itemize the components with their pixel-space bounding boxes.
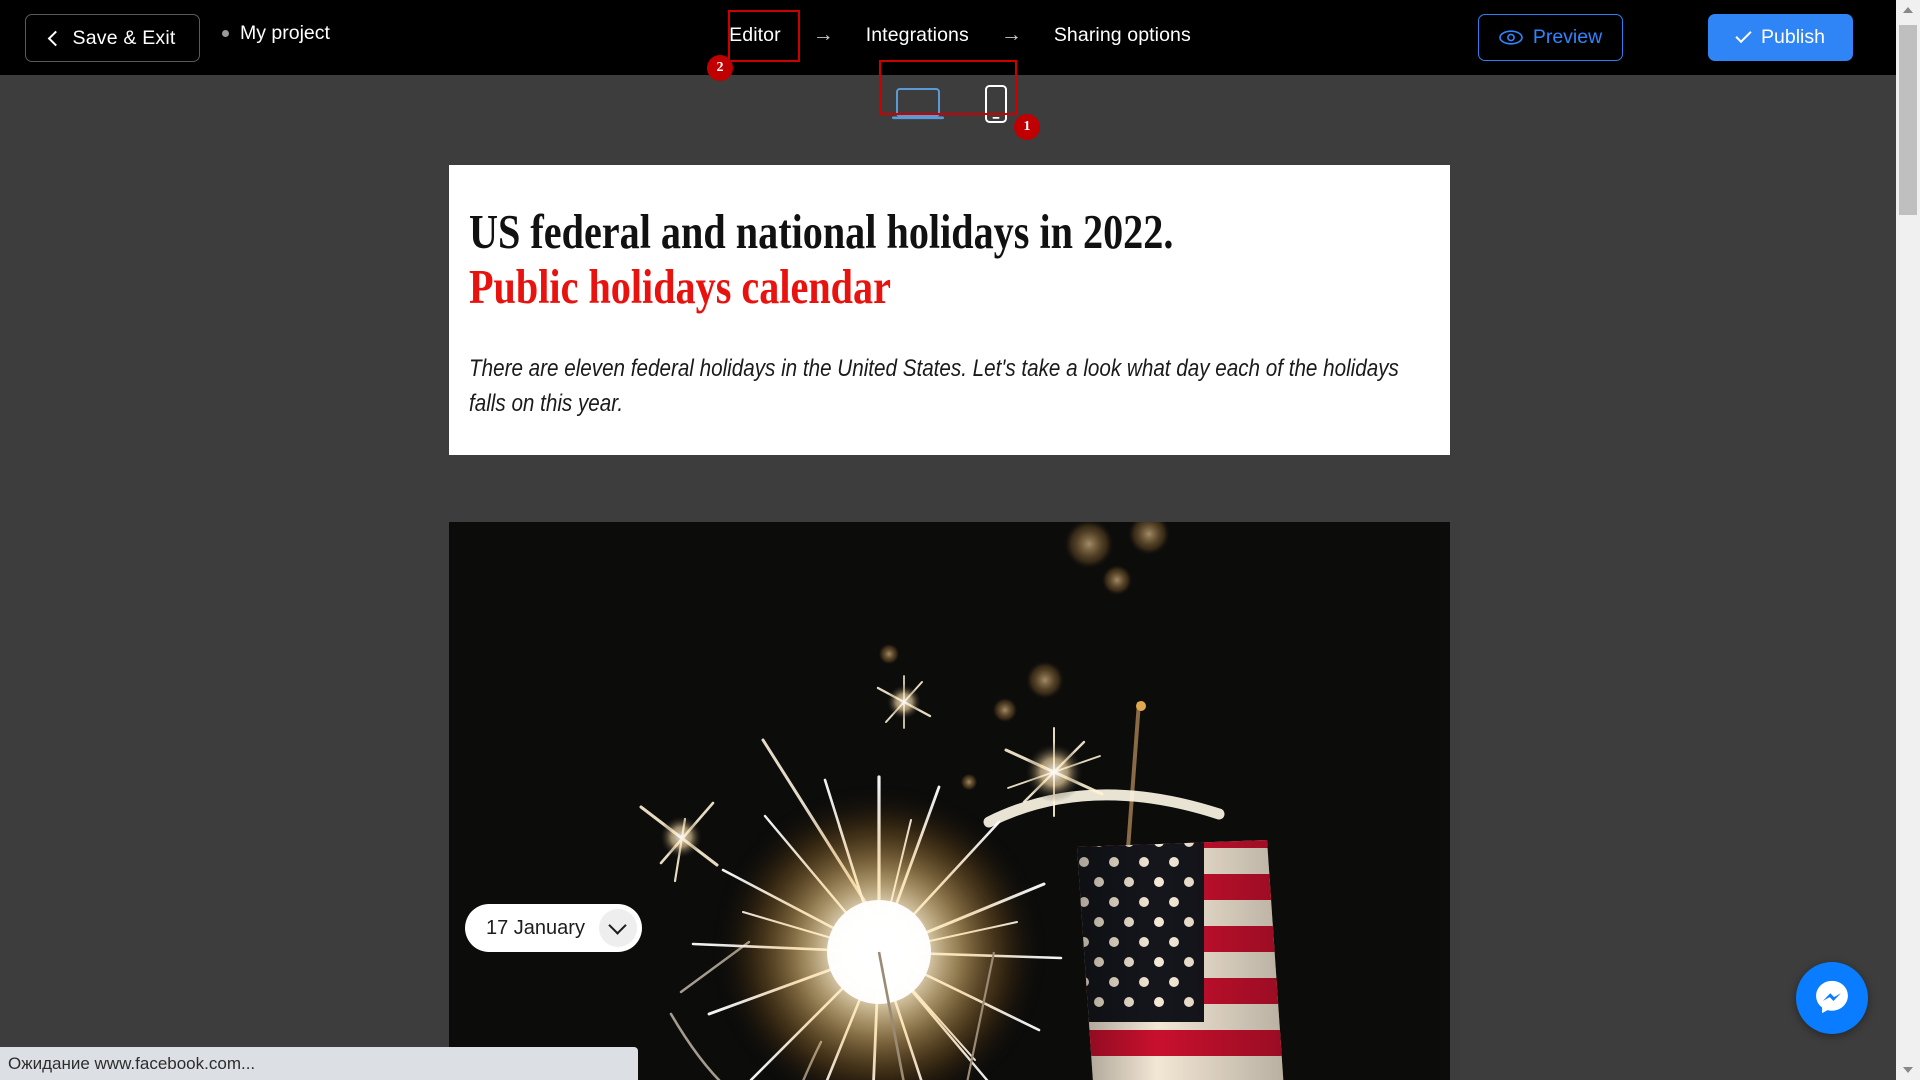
page-scrollbar[interactable] (1896, 0, 1920, 1080)
publish-label: Publish (1761, 26, 1825, 48)
scrollbar-thumb[interactable] (1899, 25, 1917, 215)
page-subtext: There are eleven federal holidays in the… (469, 354, 1399, 418)
date-dropdown[interactable]: 17 January (465, 904, 642, 952)
status-text: Ожидание www.facebook.com... (8, 1053, 256, 1073)
publish-button[interactable]: Publish (1708, 14, 1853, 61)
browser-window: Save & Exit My project Editor → Integrat… (0, 0, 1920, 1080)
date-dropdown-label: 17 January (486, 916, 585, 939)
facebook-messenger-icon (1816, 980, 1848, 1014)
project-name[interactable]: My project (222, 22, 330, 45)
scroll-arrow-down-icon (1903, 1067, 1913, 1073)
desktop-view-button[interactable] (891, 85, 945, 123)
page-headline: US federal and national holidays in 2022… (469, 204, 1257, 315)
sparkler-flag-illustration (449, 522, 1450, 1080)
mobile-view-button[interactable] (983, 84, 1009, 124)
step-editor[interactable]: Editor (717, 18, 793, 53)
eye-icon (1499, 30, 1523, 45)
headline-line-1: US federal and national holidays in 2022… (469, 204, 1174, 259)
save-and-exit-label: Save & Exit (72, 26, 176, 49)
preview-button[interactable]: Preview (1478, 14, 1623, 61)
scroll-down-button[interactable] (1896, 1060, 1920, 1080)
step-arrow-icon-1: → (812, 23, 834, 46)
headline-line-2: Public holidays calendar (469, 258, 891, 314)
browser-status-bar: Ожидание www.facebook.com... (0, 1047, 638, 1080)
messenger-chat-button[interactable] (1796, 962, 1868, 1034)
page-text-card: US federal and national holidays in 2022… (449, 165, 1450, 456)
editor-canvas: US federal and national holidays in 2022… (0, 75, 1896, 1080)
scroll-up-button[interactable] (1896, 0, 1920, 20)
step-sharing-options[interactable]: Sharing options (1042, 18, 1203, 53)
editor-steps-breadcrumb: Editor → Integrations → Sharing options (717, 18, 1203, 53)
annotation-badge-2: 2 (707, 55, 733, 81)
editor-topbar: Save & Exit My project Editor → Integrat… (0, 0, 1920, 75)
mobile-icon (985, 84, 1007, 123)
chevron-left-icon (47, 30, 63, 47)
scroll-arrow-up-icon (1903, 7, 1913, 13)
preview-label: Preview (1532, 26, 1603, 48)
step-arrow-icon-2: → (1000, 23, 1022, 46)
project-name-label: My project (240, 22, 330, 44)
status-dot-icon (222, 30, 229, 37)
chevron-down-icon[interactable] (598, 909, 637, 947)
save-and-exit-button[interactable]: Save & Exit (25, 14, 200, 62)
desktop-icon (892, 87, 944, 119)
annotation-badge-1: 1 (1014, 114, 1040, 140)
hero-image (449, 522, 1450, 1080)
step-integrations[interactable]: Integrations (854, 18, 981, 53)
page-text-block: US federal and national holidays in 2022… (449, 165, 1450, 455)
check-icon (1735, 26, 1752, 43)
